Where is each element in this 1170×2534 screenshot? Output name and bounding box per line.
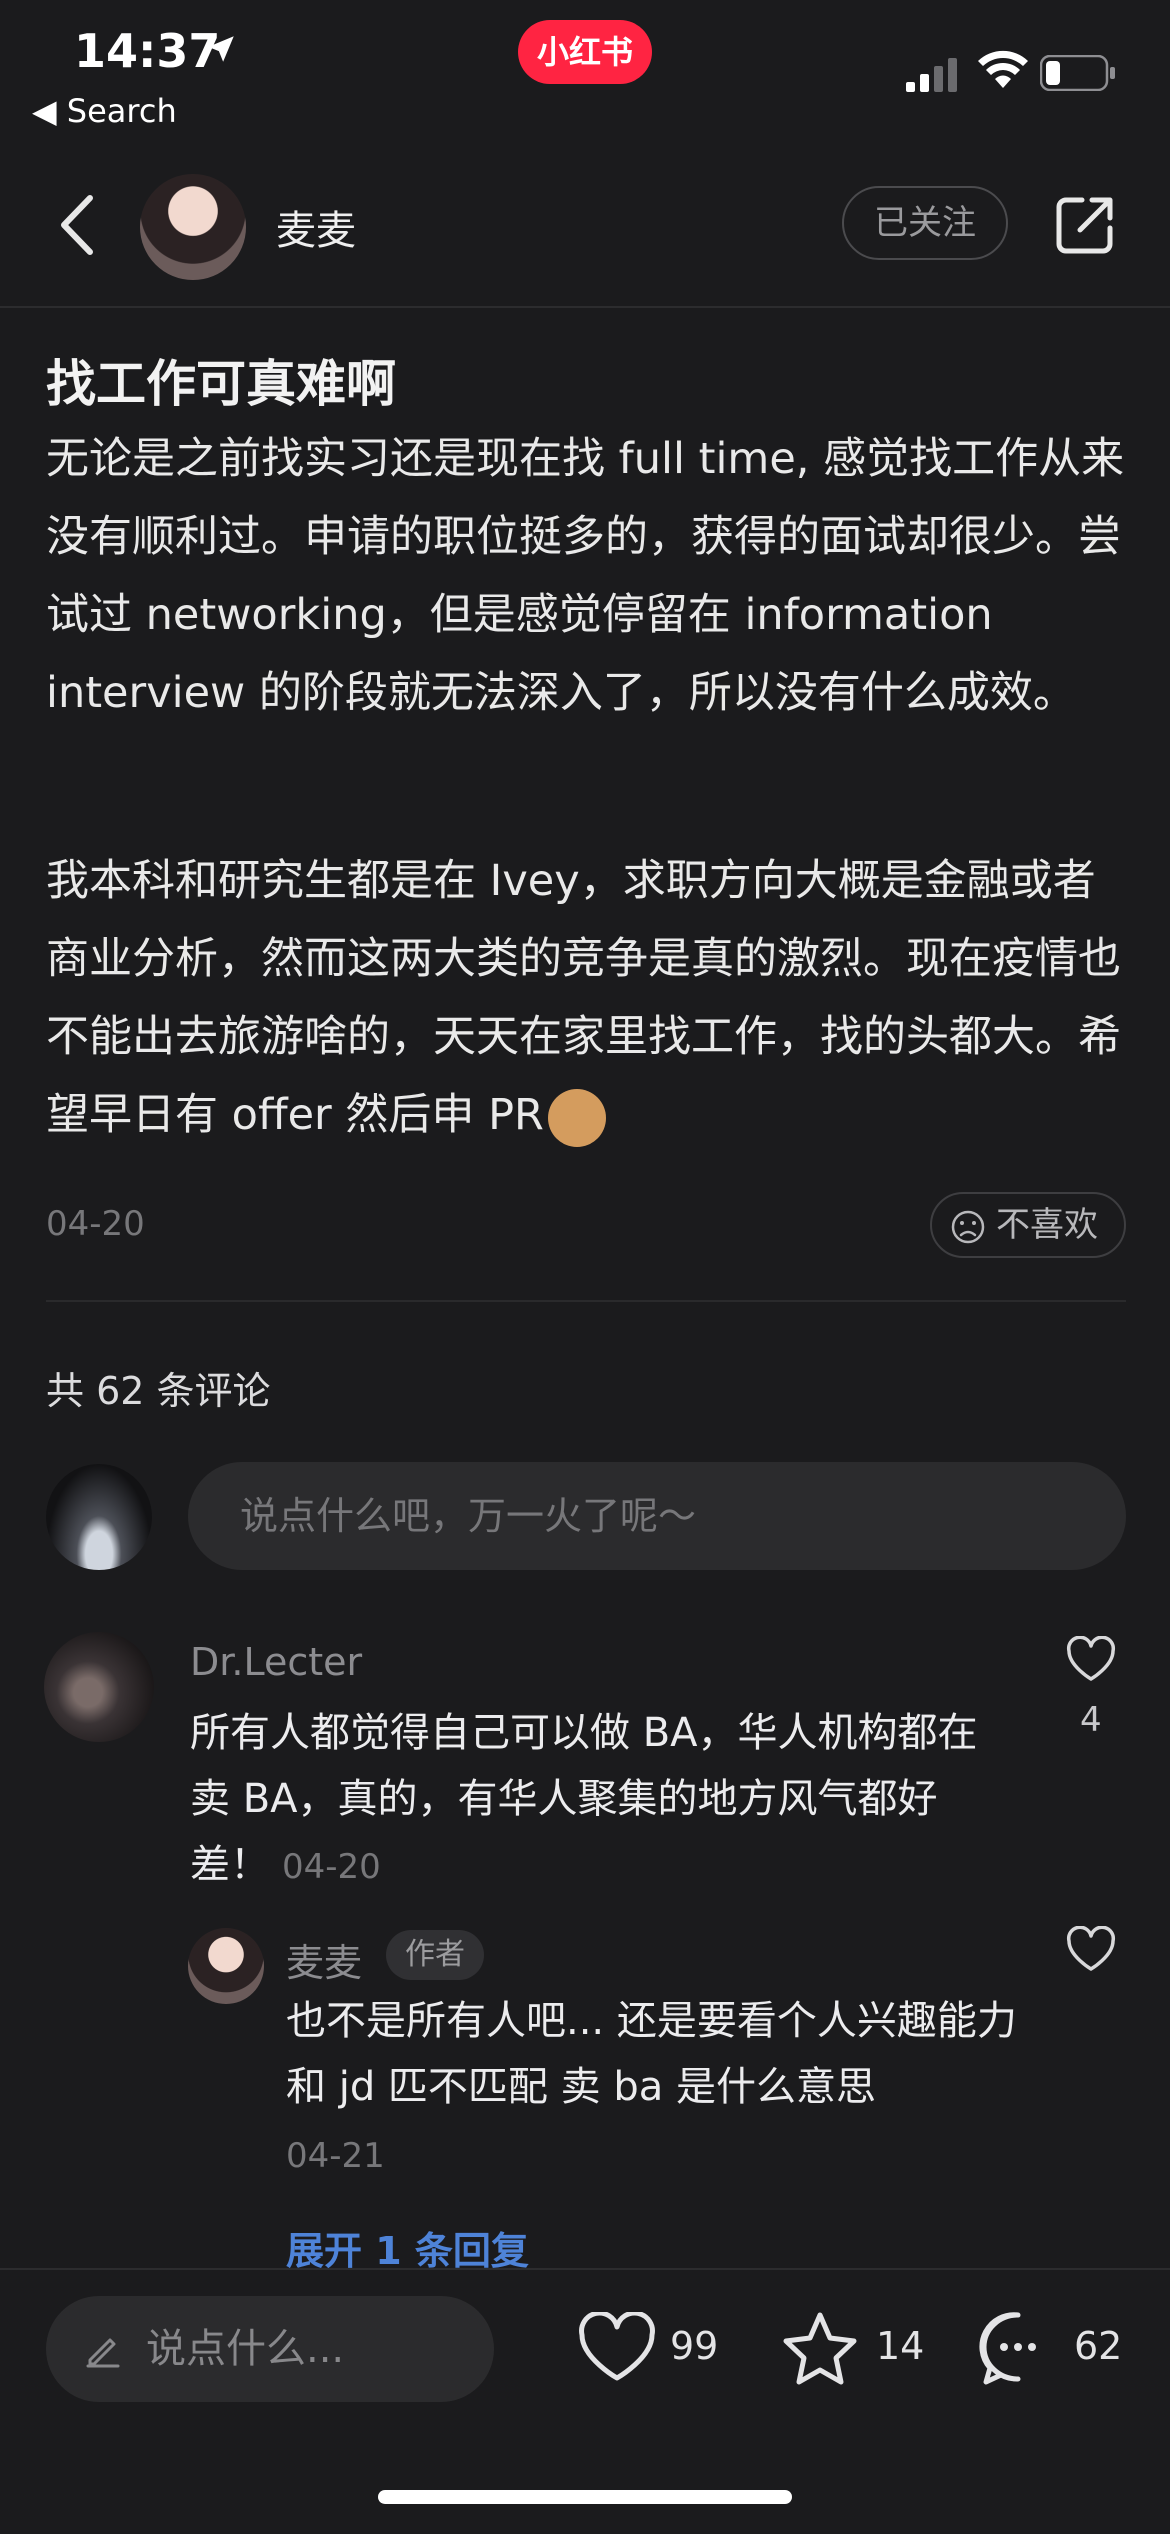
comment-bubble-icon[interactable] [978,2310,1058,2388]
comment-like-count: 4 [1080,1700,1102,1740]
reply-avatar[interactable] [188,1928,264,2004]
heart-icon[interactable] [578,2312,656,2384]
comment-input[interactable]: 说点什么吧，万一火了呢～ [188,1462,1126,1570]
comment-count: 共 62 条评论 [46,1369,271,1413]
author-tag: 作者 [386,1930,484,1980]
comment-date: 04-20 [282,1847,381,1887]
follow-button[interactable]: 已关注 [842,186,1008,260]
dislike-button[interactable]: 不喜欢 [930,1192,1126,1258]
reply-text[interactable]: 也不是所有人吧... 还是要看个人兴趣能力和 jd 匹不匹配 卖 ba 是什么意… [286,1988,1026,2120]
reply-heart-icon[interactable] [1066,1926,1116,1972]
battery-icon [1040,55,1115,91]
location-arrow-icon [208,36,234,62]
comment-text[interactable]: 所有人都觉得自己可以做 BA，华人机构都在卖 BA，真的，有华人聚集的地方风气都… [190,1700,990,1900]
home-indicator[interactable] [378,2490,792,2504]
comment-heart-icon[interactable] [1066,1636,1116,1682]
like-count: 99 [670,2324,719,2368]
author-avatar[interactable] [140,174,246,280]
commenter-avatar[interactable] [44,1632,154,1742]
post-paragraph-1: 无论是之前找实习还是现在找 full time, 感觉找工作从来没有顺利过。申请… [46,420,1136,732]
post-divider [46,1300,1126,1302]
post-paragraph-2: 我本科和研究生都是在 Ivey，求职方向大概是金融或者商业分析，然而这两大类的竞… [46,842,1136,1154]
share-icon[interactable] [1052,192,1118,258]
back-chevron-icon[interactable] [50,190,110,260]
header-divider [0,306,1170,308]
cellular-signal-icon [906,58,957,92]
reply-username[interactable]: 麦麦 [286,1932,362,1987]
comment-username[interactable]: Dr.Lecter [190,1640,362,1684]
reply-date: 04-21 [286,2136,385,2176]
status-time: 14:37 [74,24,221,78]
post-title: 找工作可真难啊 [46,355,396,413]
comment-total: 62 [1074,2324,1123,2368]
app-badge: 小红书 [518,20,652,84]
author-name[interactable]: 麦麦 [276,198,356,256]
my-avatar [46,1464,152,1570]
post-paragraph-1-text: 无论是之前找实习还是现在找 full time, 感觉找工作从来没有顺利过。申请… [46,434,1125,718]
expand-replies-link[interactable]: 展开 1 条回复 [286,2220,529,2275]
favorite-count: 14 [876,2324,925,2368]
back-to-search-link[interactable]: ◀ Search [32,92,177,130]
see-no-evil-monkey-icon [547,1088,606,1147]
dislike-label: 不喜欢 [996,1205,1098,1245]
wifi-icon [978,50,1028,88]
sad-face-icon [951,1210,985,1244]
pencil-icon [86,2338,120,2368]
star-icon[interactable] [780,2310,860,2386]
post-date: 04-20 [46,1204,145,1244]
